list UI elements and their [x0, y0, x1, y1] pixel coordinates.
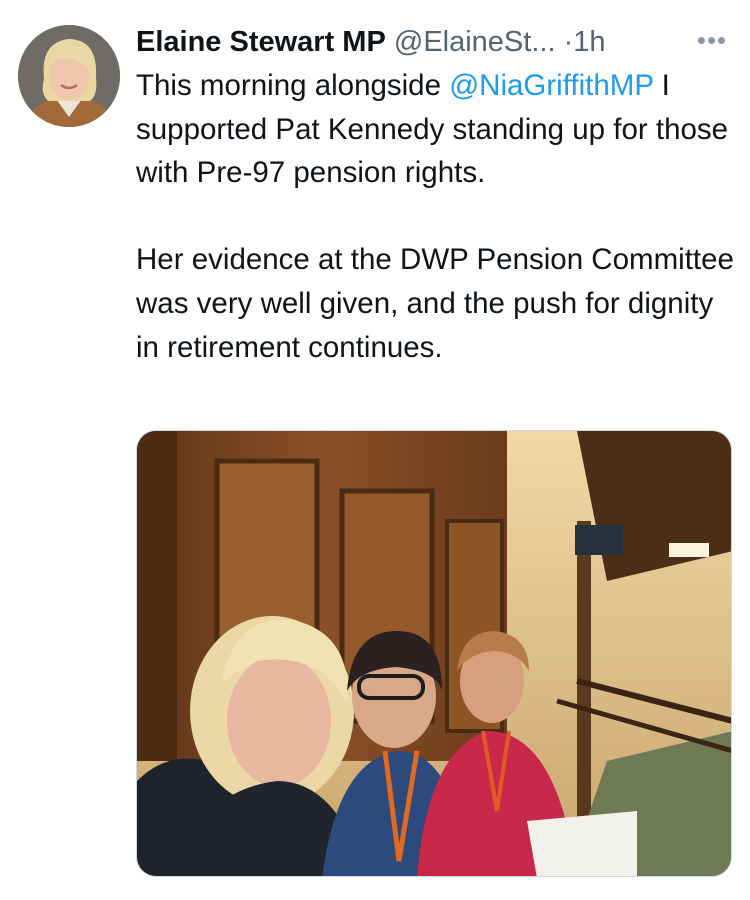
tweet-timestamp[interactable]: 1h [573, 26, 605, 58]
author-name[interactable]: Elaine Stewart MP [136, 26, 386, 58]
photo-illustration [137, 431, 731, 876]
mention-link[interactable]: @NiaGriffithMP [449, 69, 653, 102]
header-separator: · [563, 26, 574, 58]
tweet-photo[interactable] [136, 430, 732, 877]
more-horizontal-icon[interactable]: ••• [692, 22, 732, 62]
text-line1-prefix: This morning alongside [136, 69, 450, 102]
author-avatar[interactable] [18, 25, 120, 127]
tweet-header: Elaine Stewart MP @ElaineSt... ·1h [136, 22, 736, 62]
tweet-paragraph-2: Her evidence at the DWP Pension Committe… [136, 243, 734, 364]
tweet[interactable]: Elaine Stewart MP @ElaineSt... ·1h ••• T… [0, 0, 750, 900]
tweet-paragraph-1: This morning alongside @NiaGriffithMP I … [136, 64, 736, 195]
author-handle[interactable]: @ElaineSt... [394, 26, 556, 58]
tweet-text: This morning alongside @NiaGriffithMP I … [136, 64, 736, 369]
